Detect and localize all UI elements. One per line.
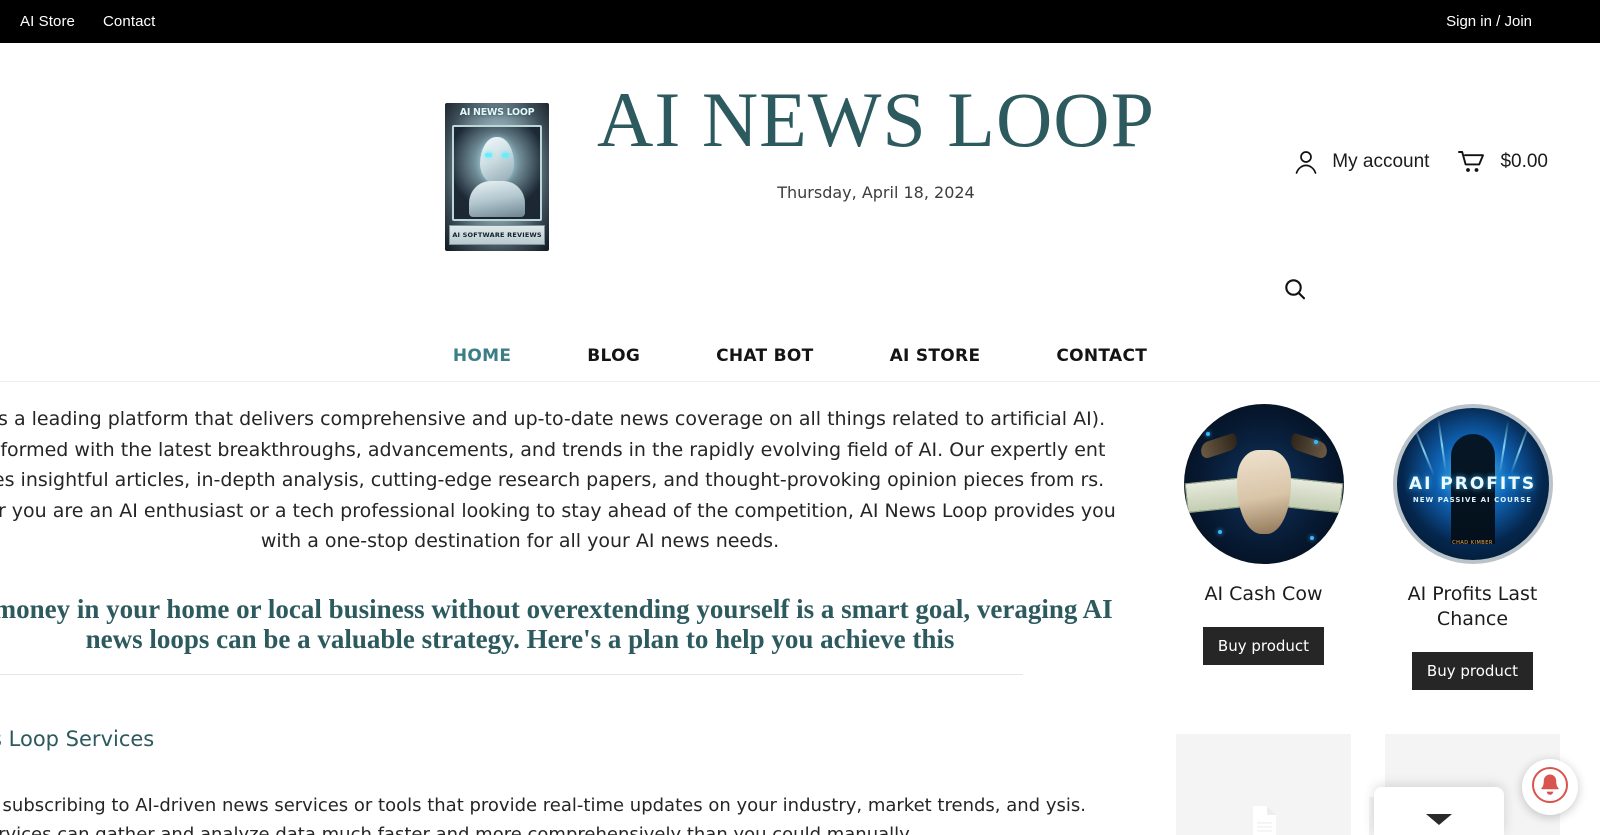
ai-cash-cow-image[interactable] [1183, 404, 1344, 564]
site-logo[interactable]: AI NEWS LOOP AI SOFTWARE REVIEWS [445, 103, 550, 251]
logo-robot-body [469, 181, 526, 217]
site-title: AI NEWS LOOP [597, 76, 1155, 163]
logo-robot-eye-right [502, 153, 510, 157]
nav-item-blog[interactable]: BLOG [549, 346, 678, 366]
placeholder-thumb[interactable] [1176, 734, 1351, 835]
tech-dot [1217, 530, 1222, 534]
product-art-subtitle: NEW PASSIVE AI COURSE [1412, 496, 1533, 504]
buy-product-button[interactable]: Buy product [1411, 652, 1534, 690]
topbar-link-contact[interactable]: Contact [103, 13, 155, 30]
site-header: AI NEWS LOOP AI SOFTWARE REVIEWS AI NEWS… [0, 43, 1600, 331]
cow-horn-right [1287, 432, 1330, 460]
nav-item-home[interactable]: HOME [415, 346, 549, 366]
product-grid: AI Cash Cow Buy product AI PROFITS NEW P… [1176, 404, 1560, 690]
buy-product-button[interactable]: Buy product [1202, 627, 1325, 665]
main-navigation: HOME BLOG CHAT BOT AI STORE CONTACT [0, 331, 1600, 381]
lightning-bolt [1412, 425, 1435, 477]
logo-robot-head [480, 137, 515, 183]
nav-item-ai-store[interactable]: AI STORE [852, 346, 1019, 366]
header-account-area: My account $0.00 [1293, 148, 1548, 176]
cow-horn-left [1197, 432, 1240, 460]
shopping-cart-icon [1457, 149, 1487, 175]
brand-block: AI NEWS LOOP AI SOFTWARE REVIEWS AI NEWS… [0, 43, 1600, 251]
article-inner: Loop is a leading platform that delivers… [0, 382, 1140, 835]
product-card-ai-profits: AI PROFITS NEW PASSIVE AI COURSE CHAD KI… [1385, 404, 1560, 690]
heading-rule [0, 673, 1023, 675]
ai-profits-image[interactable]: AI PROFITS NEW PASSIVE AI COURSE CHAD KI… [1392, 404, 1553, 564]
product-art-title: AI PROFITS [1408, 474, 1537, 494]
section-heading: more money in your home or local busines… [0, 593, 1113, 654]
notification-bell-button[interactable] [1522, 759, 1578, 815]
my-account-link[interactable]: My account [1293, 148, 1429, 176]
cow-head [1236, 450, 1291, 534]
nav-item-contact[interactable]: CONTACT [1018, 346, 1185, 366]
signin-join-link[interactable]: Sign in / Join [1446, 13, 1580, 30]
tech-dot [1309, 536, 1314, 540]
page-root: AI Store Contact Sign in / Join AI NEWS … [0, 0, 1600, 835]
tech-dot [1313, 440, 1318, 444]
product-art-brand: CHAD KIMBER [1452, 540, 1493, 546]
product-title: AI Cash Cow [1204, 583, 1323, 605]
logo-top-text: AI NEWS LOOP [459, 107, 535, 118]
cart-link[interactable]: $0.00 [1457, 149, 1548, 175]
intro-paragraph: Loop is a leading platform that delivers… [0, 404, 1122, 557]
topbar-link-ai-store[interactable]: AI Store [20, 13, 75, 30]
content-wrapper: Loop is a leading platform that delivers… [0, 382, 1600, 835]
topbar-links: AI Store Contact [20, 13, 155, 30]
my-account-label: My account [1332, 151, 1430, 172]
bell-icon [1530, 765, 1570, 810]
document-icon [1249, 805, 1279, 835]
brand-text: AI NEWS LOOP Thursday, April 18, 2024 [597, 61, 1155, 203]
user-icon [1293, 148, 1319, 176]
lightning-bolt [1436, 418, 1447, 472]
lightning-bolt [1509, 423, 1530, 475]
logo-banner-text: AI SOFTWARE REVIEWS [449, 225, 546, 245]
cart-total: $0.00 [1500, 151, 1548, 172]
site-date: Thursday, April 18, 2024 [777, 183, 975, 202]
chevron-down-icon [1426, 813, 1452, 825]
utility-topbar: AI Store Contact Sign in / Join [0, 0, 1600, 43]
services-subheading: AI News Loop Services [0, 726, 155, 751]
nav-item-chat-bot[interactable]: CHAT BOT [678, 346, 851, 366]
lightning-bolt [1498, 420, 1509, 474]
article-column: Loop is a leading platform that delivers… [0, 382, 1140, 835]
search-button[interactable] [1278, 272, 1312, 306]
logo-robot-eye-left [485, 153, 493, 157]
intro-rest: is a leading platform that delivers comp… [0, 408, 1116, 552]
search-icon [1283, 277, 1307, 301]
services-paragraph: hing and subscribing to AI-driven news s… [0, 794, 1086, 835]
tech-dot [1205, 432, 1210, 436]
product-title: AI Profits Last Chance [1407, 583, 1538, 630]
chat-widget-toggle[interactable] [1374, 787, 1504, 835]
product-card-ai-cash-cow: AI Cash Cow Buy product [1176, 404, 1351, 690]
